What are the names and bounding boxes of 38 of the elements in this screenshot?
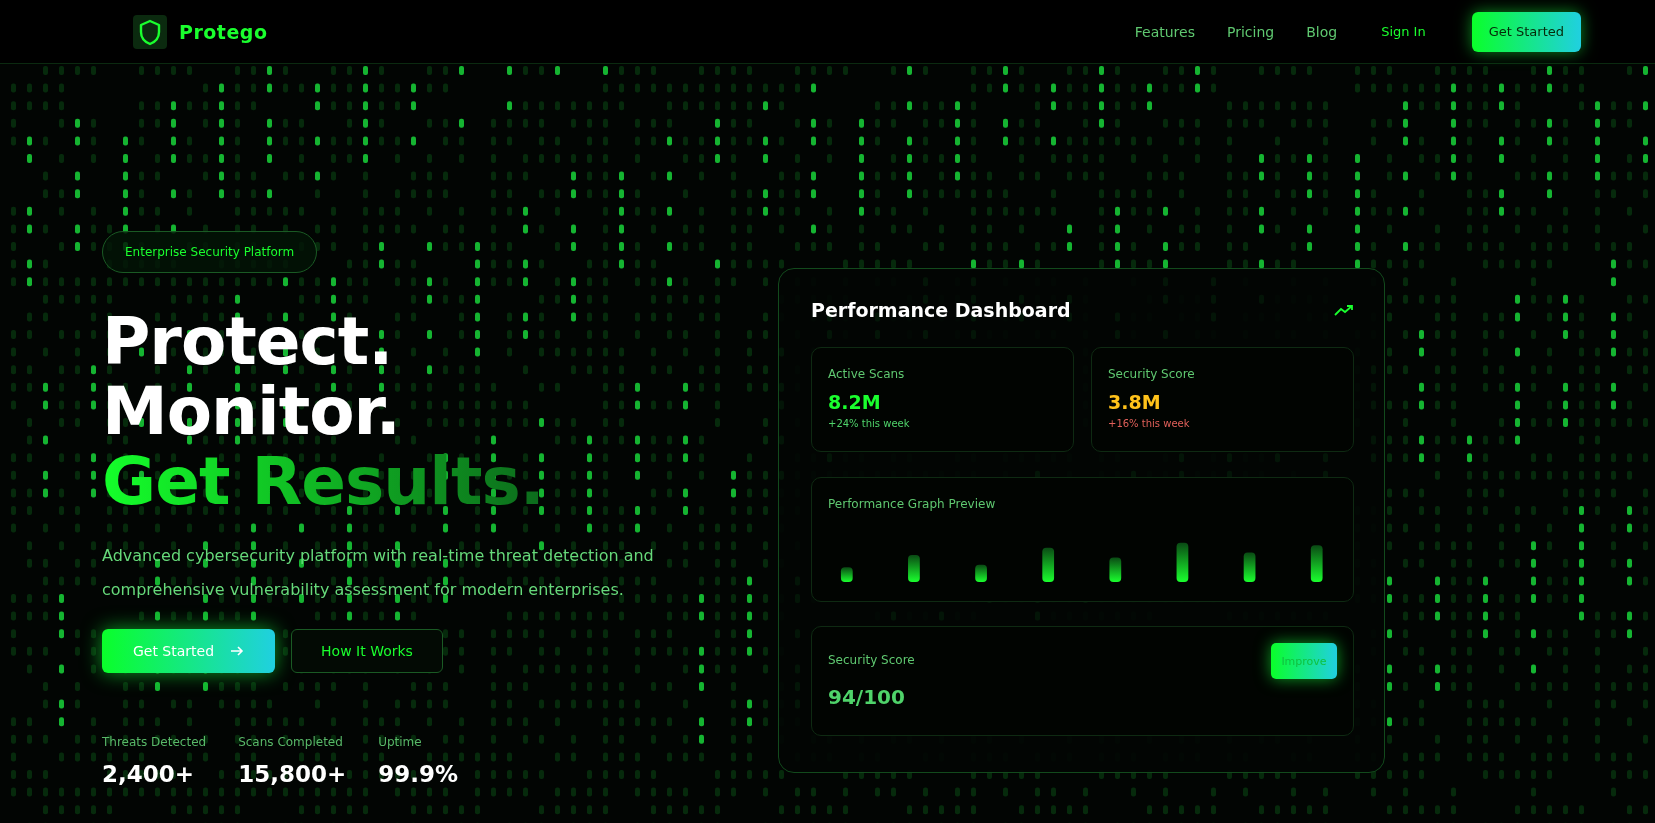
trending-up-icon bbox=[1334, 304, 1354, 316]
headline: Protect. bbox=[102, 307, 394, 377]
metric-value: 3.8M bbox=[1108, 391, 1161, 413]
arrow-right-icon bbox=[230, 644, 245, 658]
nav-link[interactable]: Blog bbox=[1306, 23, 1338, 40]
score-value: 94/100 bbox=[828, 685, 905, 709]
dashboard-title: Performance Dashboard bbox=[811, 299, 1071, 321]
graph-bar bbox=[1243, 552, 1256, 582]
graph-bar bbox=[840, 567, 853, 582]
stat-label: Scans Completed bbox=[238, 735, 344, 749]
nav-link[interactable]: Pricing bbox=[1226, 23, 1275, 40]
platform-badge: Enterprise Security Platform bbox=[102, 231, 318, 273]
stat-label: Uptime bbox=[378, 735, 423, 749]
metric-label: Active Scans bbox=[828, 367, 905, 381]
hero-description: Advanced cybersecurity platform with real-time threat detection and comprehensive vulnerability assessment for modern enterprises. bbox=[102, 545, 655, 601]
metric-value: 8.2M bbox=[828, 391, 881, 413]
graph-bar bbox=[1176, 542, 1189, 582]
stat-label: Threats Detected bbox=[102, 735, 207, 749]
metric-change: +16% this week bbox=[1108, 418, 1190, 429]
headline: Monitor. bbox=[102, 377, 401, 447]
stat-value: 15,800+ bbox=[238, 761, 347, 787]
how-it-works-button[interactable]: How It Works bbox=[291, 629, 443, 673]
metric-change: +24% this week bbox=[828, 418, 910, 429]
graph-bar bbox=[975, 564, 987, 582]
score-label: Security Score bbox=[828, 653, 915, 667]
graph-bar bbox=[1310, 545, 1323, 582]
get-started-button[interactable]: Get Started bbox=[1471, 11, 1581, 52]
shield-icon bbox=[133, 14, 167, 49]
nav-link[interactable]: Features bbox=[1134, 23, 1195, 40]
stat-value: 2,400+ bbox=[102, 761, 196, 787]
stat-value: 99.9% bbox=[378, 761, 458, 787]
graph-bar bbox=[1042, 547, 1055, 582]
sign-in-link[interactable]: Sign In bbox=[1381, 24, 1426, 39]
metric-label: Security Score bbox=[1108, 367, 1195, 381]
graph-bar bbox=[908, 555, 920, 582]
brand-name[interactable]: Protego bbox=[179, 20, 268, 43]
graph-title: Performance Graph Preview bbox=[828, 497, 996, 511]
graph-bar bbox=[1109, 557, 1122, 582]
